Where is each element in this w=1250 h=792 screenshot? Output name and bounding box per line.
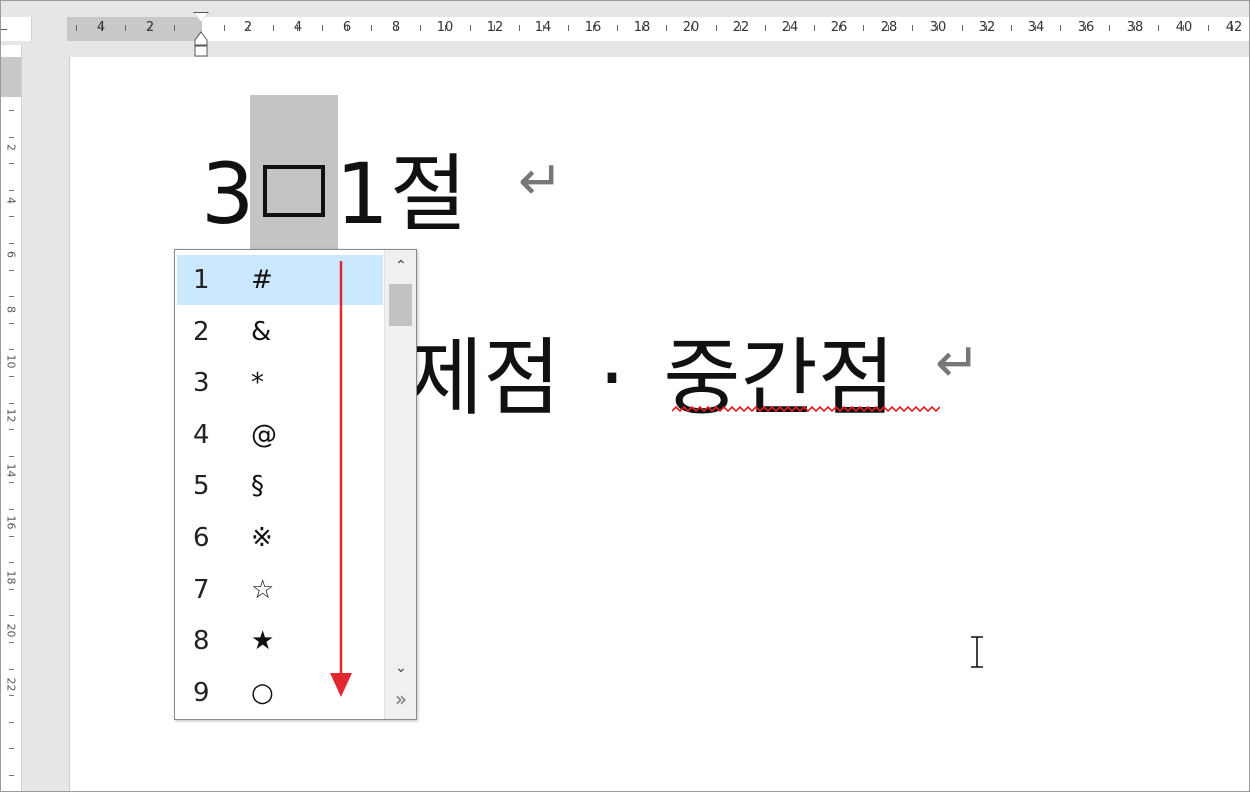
- ruler-number: 22: [726, 20, 756, 35]
- ruler-number: 40: [1169, 20, 1199, 35]
- vertical-ruler-number: 10: [4, 354, 18, 369]
- symbol-item-glyph: *: [251, 368, 264, 399]
- ruler-number: 30: [923, 20, 953, 35]
- paragraph-mark-icon: ↵: [518, 149, 564, 212]
- ruler-number: 28: [874, 20, 904, 35]
- symbol-item-number: 1: [193, 265, 210, 295]
- symbol-item-number: 8: [193, 626, 210, 657]
- vertical-ruler-number: 14: [4, 463, 18, 478]
- ruler-number: 24: [775, 20, 805, 35]
- middle-dot-glyph: ·: [598, 329, 626, 427]
- vertical-ruler-number: 12: [4, 408, 18, 423]
- spellcheck-underline[interactable]: [672, 405, 940, 413]
- first-line-indent-marker[interactable]: [194, 13, 208, 22]
- popup-scrollbar[interactable]: ⌃ ⌄ »: [384, 250, 416, 719]
- hanging-indent-marker[interactable]: [194, 31, 208, 57]
- ruler-number: 38: [1120, 20, 1150, 35]
- symbol-item-glyph: ○: [251, 677, 274, 708]
- symbol-item-number: 5: [193, 471, 210, 502]
- symbol-item-number: 4: [193, 419, 210, 450]
- vertical-ruler-number: 6: [4, 251, 18, 258]
- ruler-number: 36: [1071, 20, 1101, 35]
- symbol-item-glyph: #: [251, 265, 273, 295]
- chevron-up-icon[interactable]: ⌃: [393, 258, 409, 274]
- placeholder-square-glyph: [263, 165, 326, 217]
- vertical-ruler-number: 16: [4, 515, 18, 530]
- annotation-arrow-down: [330, 261, 352, 697]
- symbol-item-number: 7: [193, 574, 210, 605]
- vertical-ruler-number: 4: [4, 197, 18, 204]
- line2-start-text: 제점: [406, 329, 561, 427]
- ruler-number: 34: [1021, 20, 1051, 35]
- vertical-ruler[interactable]: 2 4 6 8 10 12 14 16 18 20 22: [1, 45, 22, 791]
- editor-window: 4224681012141618202224262830323436384042…: [0, 0, 1250, 792]
- symbol-item-glyph: &: [251, 316, 272, 347]
- horizontal-ruler[interactable]: 4224681012141618202224262830323436384042: [1, 1, 1249, 57]
- heading-prefix: 3: [201, 145, 256, 243]
- symbol-item-number: 6: [193, 523, 210, 553]
- vertical-ruler-number: 20: [4, 623, 18, 638]
- vertical-ruler-number: 22: [4, 677, 18, 692]
- ruler-number: 42: [1225, 20, 1243, 35]
- symbol-item-number: 2: [193, 316, 210, 347]
- ruler-number: 32: [972, 20, 1002, 35]
- text-cursor-icon: [971, 635, 983, 669]
- symbol-item-glyph: ★: [251, 626, 275, 657]
- heading-line-1[interactable]: 3 1절: [201, 127, 468, 248]
- vertical-ruler-margin: [1, 57, 21, 97]
- heading-suffix: 1절: [335, 145, 469, 243]
- text-line-2[interactable]: 제점 · 중간점: [406, 311, 895, 432]
- symbol-item-glyph: ☆: [251, 574, 275, 605]
- symbol-item-glyph: @: [251, 419, 277, 450]
- ruler-number: 12: [480, 20, 510, 35]
- vertical-ruler-number: 18: [4, 570, 18, 585]
- symbol-item-glyph: §: [251, 471, 264, 502]
- symbol-item-number: 3: [193, 368, 210, 399]
- vertical-ruler-number: 8: [4, 306, 18, 313]
- symbol-autocomplete-popup[interactable]: 1 #2 & 3 * 4 @5 § 6 ※ 7 ☆ 8 ★ 9 ○ ⌃ ⌄ »: [174, 249, 417, 720]
- vertical-ruler-number: 2: [4, 144, 18, 151]
- symbol-item-number: 9: [193, 677, 210, 708]
- symbol-item-glyph: ※: [251, 523, 273, 553]
- paragraph-mark-icon: ↵: [935, 331, 981, 394]
- double-chevron-right-icon[interactable]: »: [390, 688, 412, 710]
- page-gutter: [22, 45, 69, 791]
- chevron-down-icon[interactable]: ⌄: [393, 660, 409, 676]
- scrollbar-thumb[interactable]: [389, 284, 412, 326]
- ruler-number: 4: [293, 20, 303, 35]
